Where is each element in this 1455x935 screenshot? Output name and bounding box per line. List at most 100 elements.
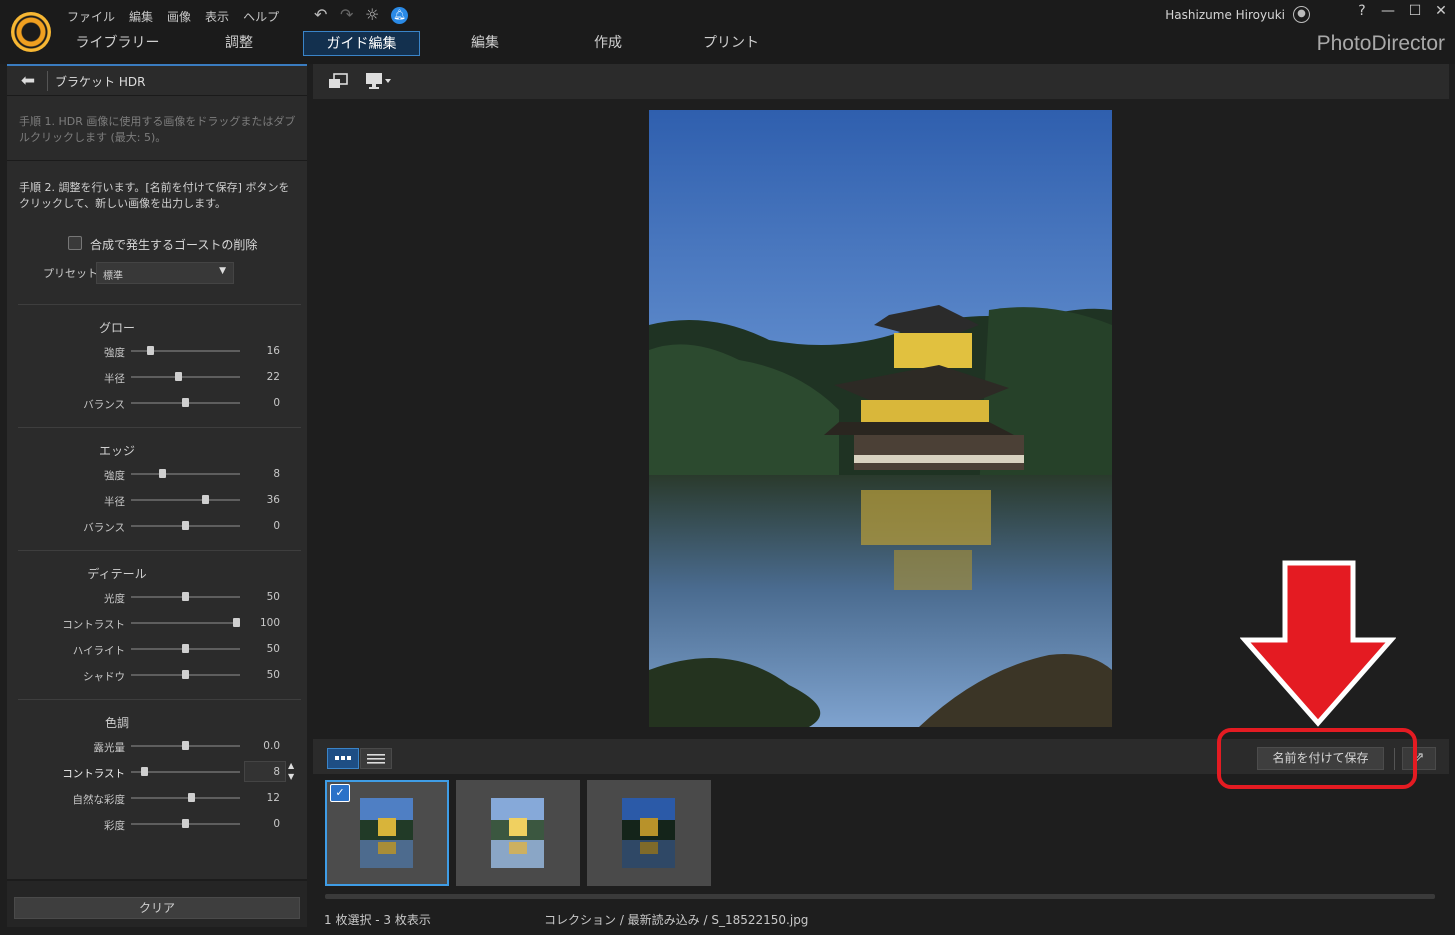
edge-radius-slider[interactable] — [131, 495, 240, 504]
display-icon[interactable] — [365, 72, 393, 90]
edge-balance-slider[interactable] — [131, 521, 240, 530]
menu-bar: ファイル 編集 画像 表示 ヘルプ — [60, 6, 286, 26]
slider-label: ハイライト — [72, 645, 125, 657]
thumbnail-3[interactable] — [587, 780, 711, 886]
divider — [18, 550, 301, 551]
slider-label: コントラスト — [62, 619, 125, 631]
undo-icon[interactable]: ↶ — [314, 6, 327, 24]
panel-header: ⬅ ブラケット HDR — [7, 66, 307, 96]
thumbnail-1[interactable]: ✓ — [325, 780, 449, 886]
tab-edit[interactable]: 編集 — [426, 31, 544, 56]
tone-exposure-slider[interactable] — [131, 741, 240, 750]
preset-dropdown[interactable]: 標準 ▼ — [96, 262, 234, 284]
detail-luminance-slider[interactable] — [131, 592, 240, 601]
slider-thumb[interactable] — [182, 592, 189, 601]
slider-thumb[interactable] — [182, 670, 189, 679]
slider-value: 0.0 — [263, 740, 280, 752]
user-icon[interactable]: ● — [1293, 6, 1310, 23]
minimize-button[interactable]: — — [1378, 3, 1398, 19]
slider-thumb[interactable] — [182, 644, 189, 653]
redo-icon[interactable]: ↷ — [340, 6, 353, 24]
ghost-removal-checkbox[interactable] — [68, 236, 82, 250]
glow-strength-slider[interactable] — [131, 346, 240, 355]
menu-view[interactable]: 表示 — [198, 8, 236, 25]
tone-saturation-slider[interactable] — [131, 819, 240, 828]
slider-value: 0 — [273, 397, 280, 409]
slider-thumb[interactable] — [233, 618, 240, 627]
slider-label: 光度 — [104, 593, 125, 605]
glow-radius-slider[interactable] — [131, 372, 240, 381]
thumbnail-image — [622, 798, 675, 868]
group-title-tone: 色調 — [104, 716, 129, 730]
thumbnail-image — [360, 798, 413, 868]
slider-thumb[interactable] — [158, 469, 166, 478]
panel-footer: クリア — [7, 879, 307, 927]
settings-icon[interactable]: ☼ — [365, 6, 379, 24]
ghost-removal-label: 合成で発生するゴーストの削除 — [90, 238, 258, 252]
title-bar: ファイル 編集 画像 表示 ヘルプ ↶ ↷ ☼ 🔔︎ Hashizume Hir… — [0, 0, 1455, 64]
preset-label: プリセット — [43, 267, 98, 280]
preset-value: 標準 — [103, 271, 123, 282]
close-button[interactable]: ✕ — [1431, 3, 1451, 19]
tab-guided-edit[interactable]: ガイド編集 — [303, 31, 420, 56]
slider-value: 16 — [266, 345, 280, 357]
tone-contrast-slider[interactable] — [131, 767, 240, 776]
detail-shadow-slider[interactable] — [131, 670, 240, 679]
slider-value: 50 — [266, 643, 280, 655]
tab-create[interactable]: 作成 — [549, 31, 667, 56]
slider-thumb[interactable] — [202, 495, 210, 504]
slider-thumb[interactable] — [182, 741, 189, 750]
chevron-down-icon: ▼ — [219, 266, 226, 276]
help-button[interactable]: ? — [1352, 3, 1372, 19]
thumbnail-view-icon[interactable] — [327, 748, 359, 769]
slider-thumb[interactable] — [182, 819, 189, 828]
filmstrip-scrollbar[interactable] — [325, 894, 1435, 899]
slider-label: シャドウ — [83, 671, 125, 683]
slider-thumb[interactable] — [188, 793, 196, 802]
hdr-badge-icon: ✓ — [330, 784, 350, 802]
clear-button[interactable]: クリア — [14, 897, 300, 919]
slider-label: コントラスト — [62, 768, 125, 780]
slider-value: 100 — [259, 617, 280, 629]
back-arrow-icon[interactable]: ⬅ — [13, 71, 43, 91]
viewer-toolbar — [313, 64, 1449, 99]
tab-print[interactable]: プリント — [672, 31, 790, 56]
slider-thumb[interactable] — [141, 767, 149, 776]
menu-file[interactable]: ファイル — [60, 8, 122, 25]
slider-value: 22 — [266, 371, 280, 383]
maximize-button[interactable]: ☐ — [1405, 3, 1425, 19]
menu-image[interactable]: 画像 — [160, 8, 198, 25]
tab-library[interactable]: ライブラリー — [60, 31, 175, 56]
glow-balance-slider[interactable] — [131, 398, 240, 407]
spin-down-icon[interactable]: ▼ — [288, 772, 294, 782]
list-view-icon[interactable] — [360, 748, 392, 769]
menu-help[interactable]: ヘルプ — [236, 8, 286, 25]
annotation-highlight — [1217, 728, 1417, 789]
edge-strength-slider[interactable] — [131, 469, 240, 478]
detail-highlight-slider[interactable] — [131, 644, 240, 653]
spin-up-icon[interactable]: ▲ — [288, 761, 294, 771]
slider-label: 半径 — [104, 496, 125, 508]
slider-thumb[interactable] — [182, 521, 189, 530]
divider — [47, 71, 48, 91]
group-title-detail: ディテール — [87, 567, 147, 581]
step-2-instructions: 手順 2. 調整を行います。[名前を付けて保存] ボタンをクリックして、新しい画… — [19, 181, 290, 210]
path-status: コレクション / 最新読み込み / S_18522150.jpg — [544, 913, 809, 927]
selection-status: 1 枚選択 - 3 枚表示 — [324, 913, 431, 927]
slider-thumb[interactable] — [182, 398, 189, 407]
notification-icon[interactable]: 🔔︎ — [391, 7, 408, 24]
divider — [18, 427, 301, 428]
slider-thumb[interactable] — [174, 372, 182, 381]
menu-edit[interactable]: 編集 — [122, 8, 160, 25]
detail-contrast-slider[interactable] — [131, 618, 240, 627]
compare-view-icon[interactable] — [328, 73, 348, 89]
slider-label: 強度 — [104, 347, 125, 359]
photo-kinkakuji — [649, 110, 1112, 727]
slider-thumb[interactable] — [147, 346, 155, 355]
tab-adjust[interactable]: 調整 — [180, 31, 298, 56]
tone-vibrance-slider[interactable] — [131, 793, 240, 802]
slider-value: 12 — [266, 792, 280, 804]
thumbnail-2[interactable] — [456, 780, 580, 886]
divider — [18, 699, 301, 700]
slider-label: 自然な彩度 — [72, 794, 126, 806]
